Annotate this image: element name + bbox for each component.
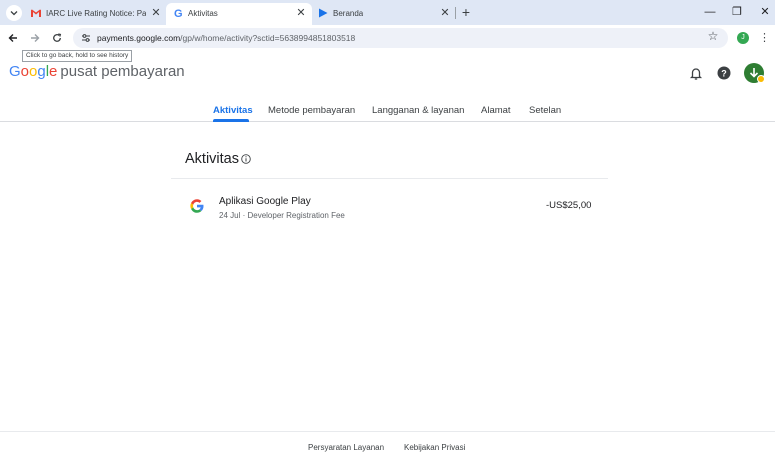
payments-nav-tabs: Aktivitas Metode pembayaran Langganan & … (0, 103, 775, 122)
tab-title: Aktivitas (188, 9, 218, 18)
close-window-button[interactable]: ✕ (756, 4, 774, 20)
tab-metode-pembayaran[interactable]: Metode pembayaran (268, 105, 355, 116)
browser-profile-avatar[interactable]: J (737, 32, 749, 44)
forward-button[interactable] (27, 30, 43, 46)
tab-title: Beranda (333, 9, 364, 18)
tab-title: IARC Live Rating Notice: Parking (46, 9, 146, 18)
url-text: payments.google.com/gp/w/home/activity?s… (97, 33, 355, 43)
active-tab-indicator (213, 119, 249, 122)
transaction-description: Developer Registration Fee (247, 211, 345, 220)
privacy-link[interactable]: Kebijakan Privasi (404, 443, 465, 452)
notifications-bell-icon[interactable] (688, 65, 704, 81)
url-host: payments.google.com (97, 33, 181, 43)
svg-text:G: G (174, 8, 183, 19)
transaction-date: 24 Jul (219, 211, 241, 220)
close-tab-icon[interactable]: ✕ (438, 6, 452, 20)
browser-tab-aktivitas[interactable]: G Aktivitas ✕ (166, 3, 312, 25)
browser-tab-strip: IARC Live Rating Notice: Parking ✕ G Akt… (0, 0, 775, 25)
reload-icon (53, 33, 62, 42)
payments-logo[interactable]: Google pusat pembayaran (9, 63, 185, 80)
arrow-right-icon (31, 34, 40, 42)
google-wordmark: Google (9, 63, 58, 80)
google-icon: G (174, 8, 183, 19)
product-name: pusat pembayaran (60, 63, 185, 80)
terms-link[interactable]: Persyaratan Layanan (308, 443, 384, 452)
section-divider (171, 178, 608, 179)
bookmark-star-icon[interactable]: ☆ (706, 29, 720, 43)
transaction-merchant: Aplikasi Google Play (219, 196, 311, 207)
new-tab-button[interactable]: + (459, 5, 473, 19)
close-tab-icon[interactable]: ✕ (294, 6, 308, 20)
close-tab-icon[interactable]: ✕ (149, 6, 163, 20)
footer-divider (0, 431, 775, 432)
minimize-button[interactable]: — (701, 4, 719, 20)
page-title: Aktivitas (185, 151, 239, 167)
help-icon[interactable]: ? (716, 65, 732, 81)
account-warning-badge (757, 75, 765, 83)
browser-menu-icon[interactable]: ⋮ (759, 31, 770, 45)
transaction-amount: -US$25,00 (546, 200, 592, 211)
gmail-icon (31, 9, 41, 17)
site-settings-icon[interactable] (80, 32, 92, 44)
back-button[interactable] (5, 30, 21, 46)
tab-aktivitas[interactable]: Aktivitas (213, 105, 253, 116)
browser-tab-gmail[interactable]: IARC Live Rating Notice: Parking ✕ (26, 3, 164, 25)
tab-separator (455, 7, 456, 19)
tab-langganan-layanan[interactable]: Langganan & layanan (372, 105, 464, 116)
url-path: /gp/w/home/activity?sctid=56389948518035… (180, 33, 356, 43)
reload-button[interactable] (49, 30, 65, 46)
restore-button[interactable]: ❐ (728, 4, 746, 20)
tab-setelan[interactable]: Setelan (529, 105, 561, 116)
address-bar[interactable]: payments.google.com/gp/w/home/activity?s… (73, 28, 728, 48)
info-icon[interactable] (241, 154, 251, 164)
play-console-icon (319, 8, 328, 18)
google-g-logo-icon (190, 199, 204, 213)
browser-toolbar: payments.google.com/gp/w/home/activity?s… (0, 25, 775, 51)
transaction-details: 24 Jul · Developer Registration Fee (219, 211, 345, 220)
chevron-down-icon (10, 11, 18, 16)
tab-alamat[interactable]: Alamat (481, 105, 511, 116)
browser-tab-beranda[interactable]: Beranda ✕ (312, 3, 456, 25)
svg-text:?: ? (721, 68, 727, 78)
back-button-tooltip: Click to go back, hold to see history (22, 50, 133, 62)
arrow-left-icon (8, 34, 17, 42)
tab-search-button[interactable] (6, 5, 22, 21)
